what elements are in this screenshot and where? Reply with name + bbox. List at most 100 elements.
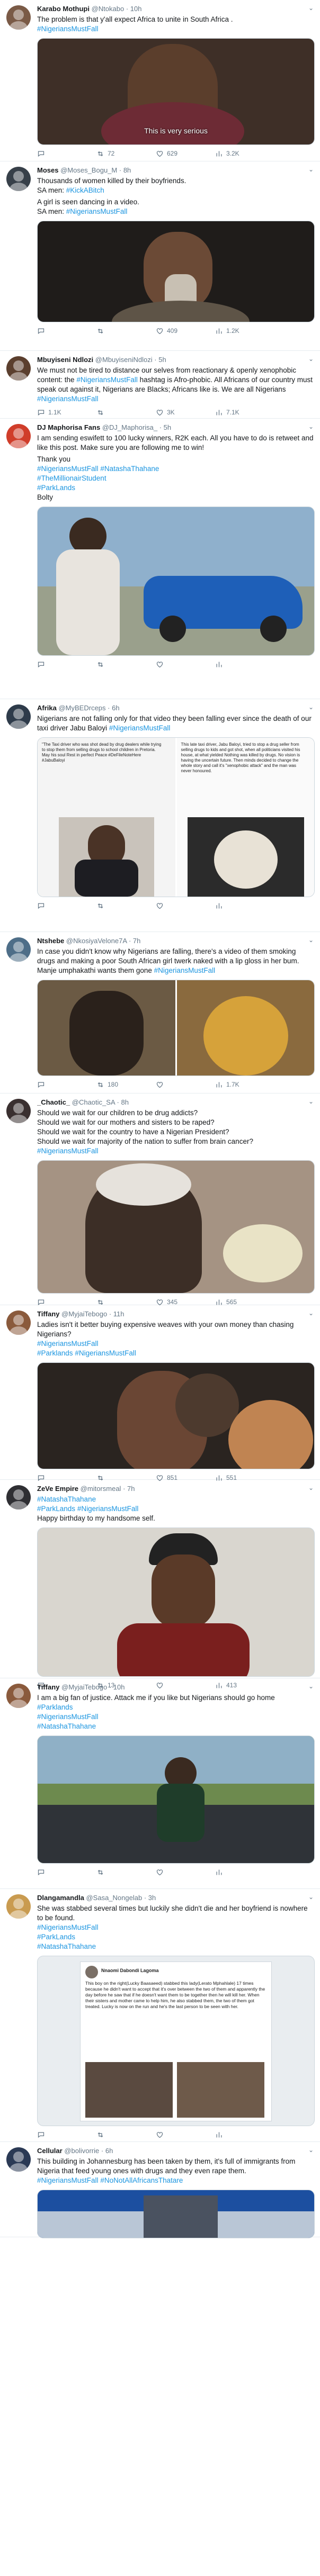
like-button[interactable]: [156, 661, 215, 668]
retweet-button[interactable]: [96, 2131, 156, 2139]
timestamp[interactable]: 10h: [113, 1683, 125, 1691]
hashtag-link[interactable]: #NigeriansMustFall: [154, 966, 216, 974]
retweet-button[interactable]: 72: [96, 150, 156, 158]
timestamp[interactable]: 5h: [164, 423, 171, 431]
display-name[interactable]: Tiffany: [37, 1310, 59, 1318]
tweet[interactable]: Moses @Moses_Bogu_M · 8h ⌄ Thousands of …: [0, 161, 320, 351]
hashtag-link[interactable]: #ParkLands: [37, 484, 75, 492]
reply-button[interactable]: [37, 1081, 96, 1089]
retweet-button[interactable]: [96, 327, 156, 335]
chevron-down-icon[interactable]: ⌄: [308, 1098, 314, 1105]
timestamp[interactable]: 8h: [123, 166, 131, 174]
display-name[interactable]: Dlangamandla: [37, 1894, 84, 1902]
tweet[interactable]: DJ Maphorisa Fans @DJ_Maphorisa_ · 5h ⌄ …: [0, 419, 320, 699]
hashtag-link[interactable]: #NigeriansMustFall: [37, 1340, 99, 1348]
hashtag-link[interactable]: #ParkLands: [37, 1933, 75, 1941]
display-name[interactable]: Tiffany: [37, 1683, 59, 1691]
hashtag-link[interactable]: #NigeriansMustFall: [66, 207, 128, 215]
chevron-down-icon[interactable]: ⌄: [308, 1893, 314, 1901]
tweet-image[interactable]: [37, 507, 315, 656]
avatar[interactable]: [6, 2147, 31, 2172]
retweet-button[interactable]: [96, 902, 156, 910]
retweet-button[interactable]: [96, 661, 156, 668]
hashtag-link[interactable]: #NigeriansMustFall: [76, 376, 138, 384]
like-button[interactable]: 3K: [156, 409, 215, 417]
chevron-down-icon[interactable]: ⌄: [308, 936, 314, 944]
hashtag-link[interactable]: #TheMillionairStudent: [37, 474, 106, 482]
tweet[interactable]: Mbuyiseni Ndlozi @MbuyiseniNdlozi · 5h ⌄…: [0, 351, 320, 419]
reply-button[interactable]: 1.1K: [37, 409, 96, 417]
hashtag-link[interactable]: #NigeriansMustFall: [37, 465, 99, 473]
chevron-down-icon[interactable]: ⌄: [308, 1683, 314, 1690]
views-button[interactable]: [215, 902, 274, 910]
display-name[interactable]: Afrika: [37, 704, 57, 712]
chevron-down-icon[interactable]: ⌄: [308, 1484, 314, 1492]
display-name[interactable]: ZeVe Empire: [37, 1485, 78, 1493]
timestamp[interactable]: 6h: [105, 2147, 113, 2155]
reply-button[interactable]: [37, 661, 96, 668]
tweet[interactable]: Tiffany @MyjaiTebogo · 11h ⌄ Ladies isn'…: [0, 1305, 320, 1481]
tweet[interactable]: Ntshebe @NkosiyaVelone7A · 7h ⌄ In case …: [0, 932, 320, 1093]
avatar[interactable]: [6, 1684, 31, 1708]
avatar[interactable]: [6, 1485, 31, 1510]
chevron-down-icon[interactable]: ⌄: [308, 4, 314, 12]
timestamp[interactable]: 5h: [158, 356, 166, 364]
display-name[interactable]: Ntshebe: [37, 937, 64, 945]
retweet-button[interactable]: [96, 409, 156, 417]
like-button[interactable]: 629: [156, 150, 215, 158]
avatar[interactable]: [6, 167, 31, 191]
avatar[interactable]: [6, 5, 31, 30]
tweet[interactable]: Cellular @bolivorrie · 6h ⌄ This buildin…: [0, 2142, 320, 2238]
retweet-button[interactable]: 180: [96, 1081, 156, 1089]
retweet-button[interactable]: [96, 1868, 156, 1876]
display-name[interactable]: Cellular: [37, 2147, 63, 2155]
tweet-image[interactable]: [37, 1736, 315, 1864]
handle[interactable]: @bolivorrie: [64, 2147, 99, 2155]
tweet-image[interactable]: "The Taxi driver who was shot dead by dr…: [38, 738, 175, 897]
hashtag-link[interactable]: #NatashaThahane: [37, 1495, 96, 1503]
views-button[interactable]: 1.2K: [215, 327, 274, 335]
hashtag-link[interactable]: #NatashaThahane: [100, 465, 159, 473]
handle[interactable]: @NkosiyaVelone7A: [66, 937, 127, 945]
tweet-image[interactable]: This late taxi driver, Jabu Baloyi, trie…: [176, 738, 314, 897]
timestamp[interactable]: 10h: [130, 5, 142, 13]
tweet-image[interactable]: [38, 980, 175, 1075]
chevron-down-icon[interactable]: ⌄: [308, 1309, 314, 1317]
tweet-image[interactable]: [37, 2190, 315, 2238]
tweet-image-grid[interactable]: [37, 980, 315, 1076]
chevron-down-icon[interactable]: ⌄: [308, 423, 314, 430]
views-button[interactable]: 1.7K: [215, 1081, 274, 1089]
tweet-image[interactable]: [37, 1362, 315, 1469]
chevron-down-icon[interactable]: ⌄: [308, 2146, 314, 2154]
hashtag-link[interactable]: #NoNotAllAfricansThatare: [100, 2176, 183, 2184]
hashtag-link[interactable]: #NigeriansMustFall: [77, 1505, 139, 1513]
avatar[interactable]: [6, 356, 31, 381]
timestamp[interactable]: 8h: [121, 1098, 128, 1106]
avatar[interactable]: [6, 424, 31, 448]
reply-button[interactable]: [37, 1868, 96, 1876]
handle[interactable]: @MyBEDrceps: [58, 704, 105, 712]
handle[interactable]: @MyjaiTebogo: [61, 1683, 107, 1691]
hashtag-link[interactable]: #NigeriansMustFall: [37, 2176, 99, 2184]
timestamp[interactable]: 6h: [112, 704, 119, 712]
tweet-image[interactable]: [37, 221, 315, 322]
tweet-image[interactable]: [37, 1527, 315, 1677]
hashtag-link[interactable]: #NigeriansMustFall: [37, 1923, 99, 1931]
display-name[interactable]: DJ Maphorisa Fans: [37, 423, 100, 431]
hashtag-link[interactable]: #NigeriansMustFall: [109, 724, 171, 732]
like-button[interactable]: [156, 1868, 215, 1876]
views-button[interactable]: [215, 661, 274, 668]
like-button[interactable]: [156, 902, 215, 910]
avatar[interactable]: [6, 937, 31, 962]
hashtag-link[interactable]: #NatashaThahane: [37, 1942, 96, 1950]
tweet-image[interactable]: [176, 980, 314, 1075]
timestamp[interactable]: 3h: [148, 1894, 156, 1902]
handle[interactable]: @Ntokabo: [92, 5, 125, 13]
avatar[interactable]: [6, 1099, 31, 1123]
like-button[interactable]: [156, 2131, 215, 2139]
hashtag-link[interactable]: #NigeriansMustFall: [37, 1713, 99, 1721]
views-button[interactable]: 3.2K: [215, 150, 274, 158]
views-button[interactable]: [215, 2131, 274, 2139]
like-button[interactable]: [156, 1081, 215, 1089]
tweet[interactable]: Afrika @MyBEDrceps · 6h ⌄ Nigerians are …: [0, 699, 320, 932]
